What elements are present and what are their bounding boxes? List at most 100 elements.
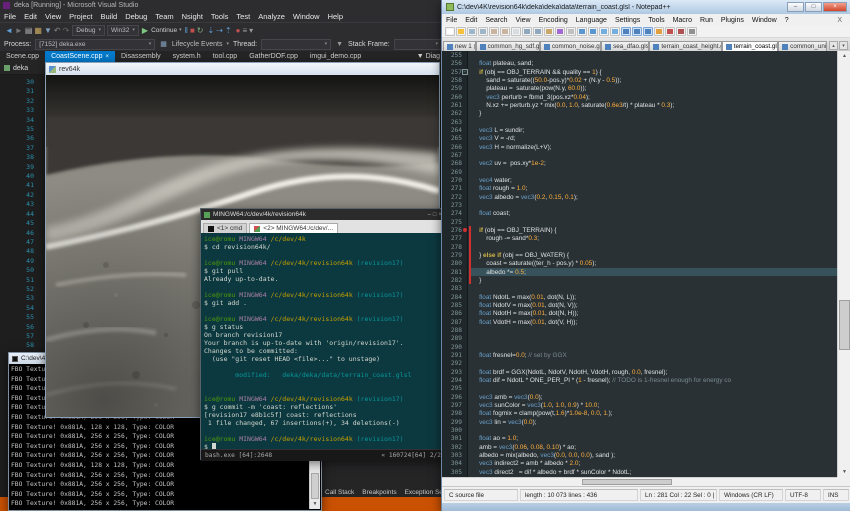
vs-tab-gatherdof-cpp[interactable]: GatherDOF.cpp [243, 51, 304, 62]
stop-icon[interactable]: ■ [189, 24, 196, 37]
npp-menu-item-run[interactable]: Run [696, 17, 717, 24]
vs-menu-item-test[interactable]: Test [232, 12, 254, 21]
show-symbols-icon[interactable] [632, 27, 642, 36]
vs-menu-item-project[interactable]: Project [65, 12, 96, 21]
continue-icon[interactable]: ▶ [141, 24, 149, 37]
fold-collapse-icon[interactable]: − [462, 69, 468, 75]
vs-tab-disassembly[interactable]: Disassembly [115, 51, 167, 62]
save-all-icon[interactable] [478, 27, 488, 36]
npp-tab-new-1[interactable]: new 1× [443, 41, 476, 51]
new-file-icon[interactable]: ▤ [24, 24, 34, 37]
vs-panel-tab-call-stack[interactable]: Call Stack [325, 489, 354, 496]
open-file-icon[interactable] [456, 27, 466, 36]
find-icon[interactable] [577, 27, 587, 36]
vs-menu-item-help[interactable]: Help [324, 12, 347, 21]
scroll-thumb[interactable] [839, 300, 850, 350]
thread-dropdown[interactable]: ▾ [261, 39, 331, 50]
step-over-icon[interactable]: ⇢ [215, 24, 224, 37]
options-icon[interactable]: ▾ [248, 24, 254, 37]
open-file-icon[interactable]: ▦ [33, 24, 43, 37]
vs-menu-item-nsight[interactable]: Nsight [178, 12, 207, 21]
npp-menu-item-macro[interactable]: Macro [669, 17, 696, 24]
npp-menu-item-tools[interactable]: Tools [644, 17, 668, 24]
npp-tab-sea-dfao-glsl[interactable]: sea_dfao.glsl× [601, 41, 649, 51]
npp-menu-item-search[interactable]: Search [481, 17, 511, 24]
monitor-icon[interactable] [665, 27, 675, 36]
minimize-button[interactable]: – [787, 2, 804, 12]
hot-reload-icon[interactable]: ● [235, 24, 242, 37]
npp-menu-item-file[interactable]: File [442, 17, 461, 24]
vs-tab-scene-cpp[interactable]: Scene.cpp [0, 51, 45, 62]
tab-scroll-down-icon[interactable]: ▾ [839, 41, 848, 50]
step-out-icon[interactable]: ⇡ [224, 24, 233, 37]
npp-menu-item-language[interactable]: Language [572, 17, 611, 24]
word-wrap-icon[interactable] [621, 27, 631, 36]
npp-menu-item-plugins[interactable]: Plugins [717, 17, 748, 24]
close-all-icon[interactable] [500, 27, 510, 36]
npp-menu-item-help[interactable]: ? [781, 17, 793, 24]
zoom-out-icon[interactable] [610, 27, 620, 36]
scroll-thumb[interactable] [582, 479, 672, 485]
npp-tab-terrain-coast-glsl[interactable]: terrain_coast.glsl× [722, 41, 778, 51]
minimize-button[interactable]: – [428, 212, 431, 218]
scroll-down-icon[interactable]: ▼ [310, 500, 320, 509]
terminal-titlebar[interactable]: MINGW64:/c/dev/4k/revision64k – □ × [201, 209, 445, 220]
step-into-icon[interactable]: ⇣ [206, 24, 215, 37]
vs-panel-tab-exception-settings[interactable]: Exception Settings [405, 489, 446, 496]
vs-platform-dropdown[interactable]: Win32▾ [107, 25, 139, 36]
save-icon[interactable]: ▼ [43, 24, 53, 37]
continue-button[interactable]: Continue [151, 27, 177, 34]
npp-horizontal-scrollbar[interactable] [442, 477, 837, 486]
save-icon[interactable] [467, 27, 477, 36]
scroll-down-icon[interactable]: ▼ [838, 467, 850, 477]
npp-vertical-scrollbar[interactable]: ▲ ▼ [837, 51, 850, 477]
doc-map-icon[interactable] [643, 27, 653, 36]
vs-tab-system-h[interactable]: system.h [167, 51, 207, 62]
copy-icon[interactable] [533, 27, 543, 36]
new-file-icon[interactable] [445, 27, 455, 36]
vs-menu-item-build[interactable]: Build [97, 12, 122, 21]
vs-menu-item-view[interactable]: View [41, 12, 65, 21]
npp-code-editor[interactable]: 255 256 float plateau, sand;257 if (obj … [442, 51, 837, 477]
vs-menu-item-window[interactable]: Window [289, 12, 324, 21]
maximize-button[interactable]: □ [433, 212, 437, 218]
play-macro-icon[interactable] [687, 27, 697, 36]
npp-menu-item-view[interactable]: View [512, 17, 535, 24]
undo-icon[interactable]: ↶ [53, 24, 62, 37]
vs-menu-item-edit[interactable]: Edit [20, 12, 41, 21]
print-icon[interactable] [511, 27, 521, 36]
vs-tab-tool-cpp[interactable]: tool.cpp [207, 51, 244, 62]
vs-panel-tab-breakpoints[interactable]: Breakpoints [362, 489, 396, 496]
npp-menu-item-window[interactable]: Window [748, 17, 781, 24]
navigate-back-icon[interactable]: ◄ [4, 24, 14, 37]
function-list-icon[interactable] [654, 27, 664, 36]
terminal-output[interactable]: ice@romu MINGW64 /c/dev/4k$ cd revision6… [201, 233, 445, 449]
close-button[interactable]: × [823, 2, 847, 12]
npp-titlebar[interactable]: C:\dev\4K\revision64k\deka\deka\data\ter… [442, 0, 850, 14]
npp-tab-common-noise-glsl[interactable]: common_noise.glsl× [540, 41, 601, 51]
render-titlebar[interactable]: rev64k [46, 63, 439, 75]
cut-icon[interactable] [522, 27, 532, 36]
scroll-thumb[interactable] [311, 473, 319, 499]
stack-frame-dropdown[interactable]: ▾ [394, 39, 442, 50]
vs-tab-imgui_demo-cpp[interactable]: imgui_demo.cpp [304, 51, 367, 62]
paste-icon[interactable] [544, 27, 554, 36]
scroll-up-icon[interactable]: ▲ [838, 51, 850, 61]
vs-menu-item-team[interactable]: Team [151, 12, 177, 21]
breadcrumb-project[interactable]: deka [13, 65, 28, 72]
npp-tab-terrain-coast-height-glsl[interactable]: terrain_coast_height.glsl× [649, 41, 721, 51]
npp-menu-item-encoding[interactable]: Encoding [535, 17, 572, 24]
process-dropdown[interactable]: [7152] deka.exe▾ [35, 39, 155, 50]
vs-menu-item-tools[interactable]: Tools [207, 12, 233, 21]
vs-menu-item-debug[interactable]: Debug [121, 12, 151, 21]
maximize-button[interactable]: □ [805, 2, 822, 12]
close-icon[interactable] [489, 27, 499, 36]
vs-menu-item-analyze[interactable]: Analyze [254, 12, 289, 21]
zoom-in-icon[interactable] [599, 27, 609, 36]
close-tab-icon[interactable]: × [105, 54, 109, 60]
lifecycle-events-button[interactable]: Lifecycle Events [172, 41, 223, 48]
terminal-tab[interactable]: <1> cmd [203, 223, 247, 233]
navigate-forward-icon[interactable]: ► [14, 24, 24, 37]
close-document-icon[interactable]: X [833, 17, 846, 24]
terminal-tab[interactable]: <2> MINGW64:/c/dev/... [249, 223, 338, 233]
